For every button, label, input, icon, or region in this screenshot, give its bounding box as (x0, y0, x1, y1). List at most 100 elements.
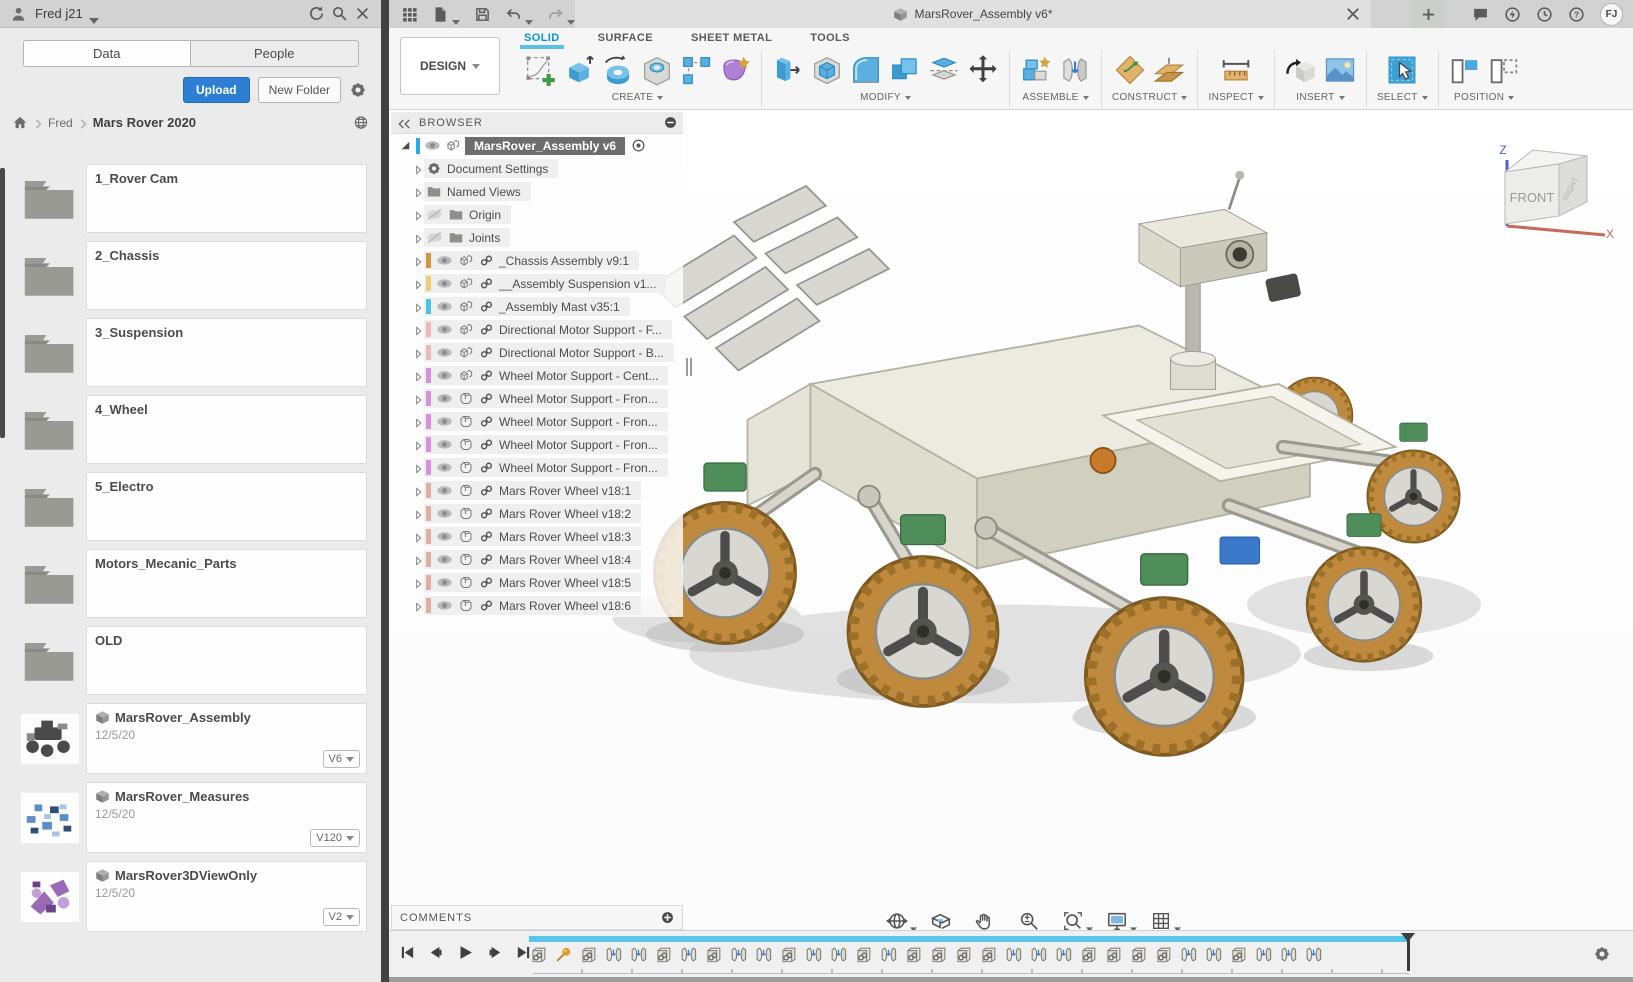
expander-icon[interactable] (413, 370, 424, 382)
help-icon[interactable]: ? (1568, 6, 1585, 23)
folder-card[interactable]: 5_Electro (86, 472, 367, 541)
section-label[interactable]: INSERT (1296, 92, 1344, 103)
nav-tool[interactable] (886, 910, 917, 932)
file-item[interactable]: MarsRover3DViewOnly 12/5/20 V2 (14, 861, 367, 932)
timeline-track[interactable] (529, 936, 1409, 974)
move-icon[interactable] (967, 54, 999, 86)
expander-icon[interactable] (413, 347, 424, 359)
nav-tool[interactable] (930, 910, 961, 932)
folder-item[interactable]: 4_Wheel (14, 395, 367, 464)
undo-button[interactable] (505, 6, 533, 23)
panel-settings-gear-icon[interactable] (349, 81, 367, 99)
offset-plane-icon[interactable] (1153, 54, 1185, 86)
hole-icon[interactable] (641, 54, 673, 86)
rover-3d-model[interactable] (599, 150, 1499, 790)
nav-tool[interactable] (974, 910, 1005, 932)
eye-icon[interactable] (436, 369, 453, 382)
expander-icon[interactable] (413, 416, 424, 428)
caret-down-icon[interactable] (1086, 919, 1093, 924)
eye-icon[interactable] (436, 599, 453, 612)
expander-icon[interactable] (413, 209, 424, 221)
timeline-feature[interactable] (954, 944, 973, 965)
timeline-feature[interactable] (1279, 944, 1298, 965)
select-icon[interactable] (1386, 54, 1418, 86)
timeline-settings-gear-icon[interactable] (1593, 945, 1611, 963)
timeline-feature[interactable] (1154, 944, 1173, 965)
timeline-feature[interactable] (1254, 944, 1273, 965)
expander-icon[interactable] (413, 508, 424, 520)
tab-sheet-metal[interactable]: SHEET METAL (691, 32, 772, 49)
timeline-feature[interactable] (729, 944, 748, 965)
browser-tree-row[interactable]: Wheel Motor Support - Fron... (391, 433, 683, 456)
timeline-feature[interactable] (529, 944, 548, 965)
eye-icon[interactable] (424, 139, 441, 152)
folder-item[interactable]: 2_Chassis (14, 241, 367, 310)
model-canvas[interactable]: BROWSER MarsRover_Assembly v6 (389, 110, 1633, 982)
timeline-feature[interactable] (554, 944, 573, 965)
comments-panel[interactable]: COMMENTS (391, 905, 683, 930)
timeline-feature[interactable] (779, 944, 798, 965)
timeline-feature[interactable] (904, 944, 923, 965)
expander-icon[interactable] (413, 232, 424, 244)
timeline-feature[interactable] (679, 944, 698, 965)
browser-tree-row[interactable]: _Chassis Assembly v9:1 (391, 249, 683, 272)
version-badge[interactable]: V2 (323, 908, 360, 926)
browser-tree-row[interactable]: Origin (391, 203, 683, 226)
version-badge[interactable]: V6 (323, 750, 360, 768)
fillet-icon[interactable] (850, 54, 882, 86)
eye-icon[interactable] (436, 277, 453, 290)
timeline-feature[interactable] (1104, 944, 1123, 965)
timeline-feature[interactable] (929, 944, 948, 965)
new-folder-button[interactable]: New Folder (258, 77, 341, 103)
expander-icon[interactable] (413, 531, 424, 543)
joint-icon[interactable] (1059, 54, 1091, 86)
panel-scrollbar[interactable] (0, 168, 5, 438)
combine-icon[interactable] (889, 54, 921, 86)
folder-item[interactable]: OLD (14, 626, 367, 695)
timeline-feature[interactable] (1054, 944, 1073, 965)
tab-surface[interactable]: SURFACE (598, 32, 653, 49)
timeline-feature[interactable] (1029, 944, 1048, 965)
folder-card[interactable]: 4_Wheel (86, 395, 367, 464)
redo-button[interactable] (547, 6, 575, 23)
timeline-feature[interactable] (979, 944, 998, 965)
eye-icon[interactable] (436, 507, 453, 520)
file-card[interactable]: MarsRover3DViewOnly 12/5/20 V2 (86, 861, 367, 932)
profile-avatar[interactable]: FJ (1600, 3, 1623, 26)
timeline-feature[interactable] (704, 944, 723, 965)
browser-tree-row[interactable]: Wheel Motor Support - Cent... (391, 364, 683, 387)
web-globe-icon[interactable] (353, 115, 369, 130)
expander-icon[interactable] (413, 577, 424, 589)
folder-item[interactable]: Motors_Mecanic_Parts (14, 549, 367, 618)
job-status-clock-icon[interactable] (1536, 6, 1553, 23)
folder-card[interactable]: OLD (86, 626, 367, 695)
section-label[interactable]: CREATE (612, 92, 664, 103)
extensions-icon[interactable] (1504, 6, 1521, 23)
timeline-feature[interactable] (1204, 944, 1223, 965)
browser-tree-row[interactable]: Wheel Motor Support - Fron... (391, 410, 683, 433)
browser-tree-row[interactable]: Directional Motor Support - B... (391, 341, 683, 364)
expander-icon[interactable] (413, 393, 424, 405)
browser-tree-row[interactable]: Document Settings (391, 157, 683, 180)
user-name[interactable]: Fred j21 (35, 6, 83, 21)
timeline-feature[interactable] (1229, 944, 1248, 965)
eye-icon[interactable] (436, 484, 453, 497)
folder-card[interactable]: 3_Suspension (86, 318, 367, 387)
eye-icon[interactable] (436, 392, 453, 405)
nav-tool[interactable] (1018, 910, 1049, 932)
timeline-feature[interactable] (804, 944, 823, 965)
expander-icon[interactable] (413, 301, 424, 313)
tab-tools[interactable]: TOOLS (810, 32, 850, 49)
timeline-feature[interactable] (629, 944, 648, 965)
browser-tree-row[interactable]: Mars Rover Wheel v18:3 (391, 525, 683, 548)
timeline-feature[interactable] (654, 944, 673, 965)
tab-data[interactable]: Data (24, 41, 192, 66)
timeline-feature[interactable] (604, 944, 623, 965)
file-menu[interactable] (432, 6, 460, 23)
version-badge[interactable]: V120 (310, 829, 360, 847)
caret-down-icon[interactable] (1174, 919, 1181, 924)
plane-icon[interactable] (1114, 54, 1146, 86)
timeline-feature[interactable] (1179, 944, 1198, 965)
comment-icon[interactable] (1472, 6, 1489, 23)
expander-icon[interactable] (413, 462, 424, 474)
